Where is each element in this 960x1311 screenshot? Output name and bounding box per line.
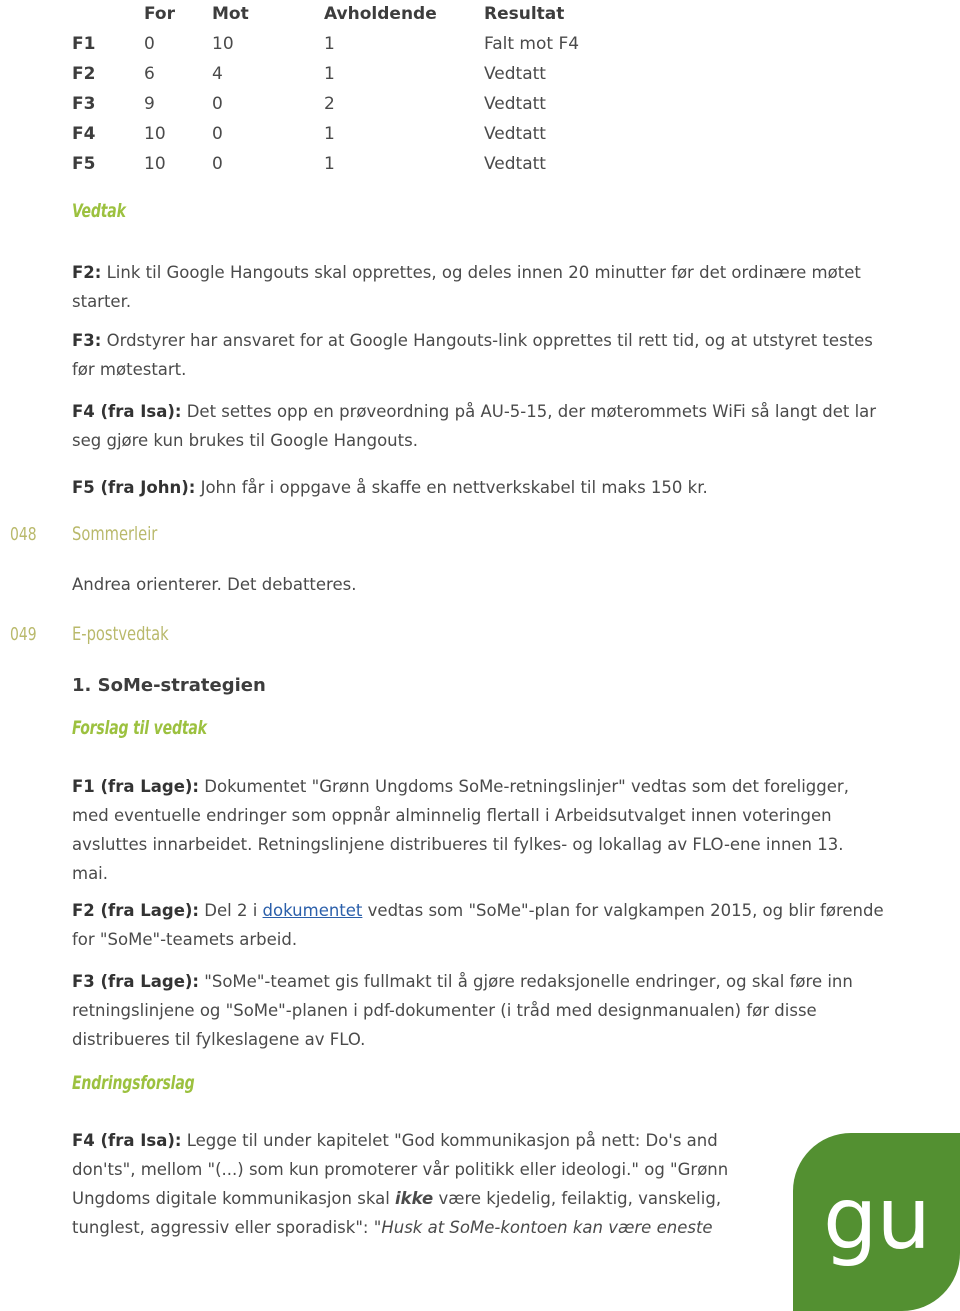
forslag-til-vedtak-heading: Forslag til vedtak xyxy=(72,717,207,739)
cell-resultat: Vedtatt xyxy=(484,64,546,84)
vedtak-item-f2-text: Link til Google Hangouts skal opprettes,… xyxy=(72,263,861,311)
vedtak-item-f3-text: Ordstyrer har ansvaret for at Google Han… xyxy=(72,331,873,379)
cell-avholdende: 1 xyxy=(324,64,335,84)
vedtak-item-f2: F2: Link til Google Hangouts skal oppret… xyxy=(72,258,884,316)
endringsforslag-f4-emphasis: ikke xyxy=(395,1189,434,1208)
cell-for: 10 xyxy=(144,154,166,174)
vedtak-item-f4: F4 (fra Isa): Det settes opp en prøveord… xyxy=(72,397,884,455)
forslag-f2: F2 (fra Lage): Del 2 i dokumentet vedtas… xyxy=(72,896,884,954)
column-header-mot: Mot xyxy=(212,4,249,24)
table-header-row: For Mot Avholdende Resultat xyxy=(72,2,579,32)
cell-for: 0 xyxy=(144,34,155,54)
cell-resultat: Vedtatt xyxy=(484,124,546,144)
agenda-title-sommerleir[interactable]: Sommerleir xyxy=(72,523,157,545)
vedtak-item-f3: F3: Ordstyrer har ansvaret for at Google… xyxy=(72,326,884,384)
endringsforslag-f4-label: F4 (fra Isa): xyxy=(72,1131,182,1150)
forslag-f2-label: F2 (fra Lage): xyxy=(72,901,200,920)
some-strategien-heading: 1. SoMe-strategien xyxy=(72,675,266,696)
row-label: F4 xyxy=(72,124,96,144)
sommerleir-body: Andrea orienterer. Det debatteres. xyxy=(72,575,357,594)
cell-for: 6 xyxy=(144,64,155,84)
cell-avholdende: 2 xyxy=(324,94,335,114)
cell-mot: 10 xyxy=(212,34,234,54)
vedtak-item-f3-label: F3: xyxy=(72,331,102,350)
column-header-avholdende: Avholdende xyxy=(324,4,437,24)
cell-avholdende: 1 xyxy=(324,154,335,174)
vedtak-item-f4-label: F4 (fra Isa): xyxy=(72,402,182,421)
cell-mot: 0 xyxy=(212,154,223,174)
table-row: F1 0 10 1 Falt mot F4 xyxy=(72,32,579,62)
agenda-title-epostvedtak[interactable]: E-postvedtak xyxy=(72,623,169,645)
vedtak-item-f5-label: F5 (fra John): xyxy=(72,478,196,497)
column-header-resultat: Resultat xyxy=(484,4,565,24)
gu-logo: gu xyxy=(793,1133,960,1311)
cell-for: 9 xyxy=(144,94,155,114)
vedtak-item-f4-text: Det settes opp en prøveordning på AU-5-1… xyxy=(72,402,877,450)
forslag-f2-text-before: Del 2 i xyxy=(199,901,263,920)
table-row: F2 6 4 1 Vedtatt xyxy=(72,62,579,92)
agenda-number-048: 048 xyxy=(10,524,37,545)
vedtak-heading: Vedtak xyxy=(72,200,126,222)
cell-mot: 0 xyxy=(212,124,223,144)
cell-mot: 4 xyxy=(212,64,223,84)
table-row: F5 10 0 1 Vedtatt xyxy=(72,152,579,182)
row-label: F1 xyxy=(72,34,96,54)
cell-resultat: Vedtatt xyxy=(484,94,546,114)
vedtak-item-f2-label: F2: xyxy=(72,263,102,282)
document-page: For Mot Avholdende Resultat F1 0 10 1 Fa… xyxy=(0,0,960,1311)
cell-avholdende: 1 xyxy=(324,124,335,144)
row-label: F2 xyxy=(72,64,96,84)
gu-logo-text: gu xyxy=(822,1169,931,1269)
endringsforslag-f4: F4 (fra Isa): Legge til under kapitelet … xyxy=(72,1126,744,1242)
cell-for: 10 xyxy=(144,124,166,144)
forslag-f1: F1 (fra Lage): Dokumentet "Grønn Ungdoms… xyxy=(72,772,884,888)
dokumentet-link[interactable]: dokumentet xyxy=(263,901,363,920)
cell-resultat: Falt mot F4 xyxy=(484,34,580,54)
endringsforslag-heading: Endringsforslag xyxy=(72,1072,195,1094)
vote-result-table: For Mot Avholdende Resultat F1 0 10 1 Fa… xyxy=(72,2,579,182)
row-label: F5 xyxy=(72,154,96,174)
forslag-f3: F3 (fra Lage): "SoMe"-teamet gis fullmak… xyxy=(72,967,884,1054)
endringsforslag-f4-italic-quote: Husk at SoMe-kontoen kan være eneste xyxy=(381,1218,713,1237)
column-header-for: For xyxy=(144,4,175,24)
vedtak-item-f5: F5 (fra John): John får i oppgave å skaf… xyxy=(72,473,884,502)
vedtak-item-f5-text: John får i oppgave å skaffe en nettverks… xyxy=(195,478,708,497)
column-header-blank xyxy=(72,2,144,32)
forslag-f1-label: F1 (fra Lage): xyxy=(72,777,200,796)
table-row: F4 10 0 1 Vedtatt xyxy=(72,122,579,152)
agenda-number-049: 049 xyxy=(10,624,37,645)
cell-avholdende: 1 xyxy=(324,34,335,54)
row-label: F3 xyxy=(72,94,96,114)
forslag-f3-label: F3 (fra Lage): xyxy=(72,972,200,991)
cell-mot: 0 xyxy=(212,94,223,114)
table-row: F3 9 0 2 Vedtatt xyxy=(72,92,579,122)
cell-resultat: Vedtatt xyxy=(484,154,546,174)
